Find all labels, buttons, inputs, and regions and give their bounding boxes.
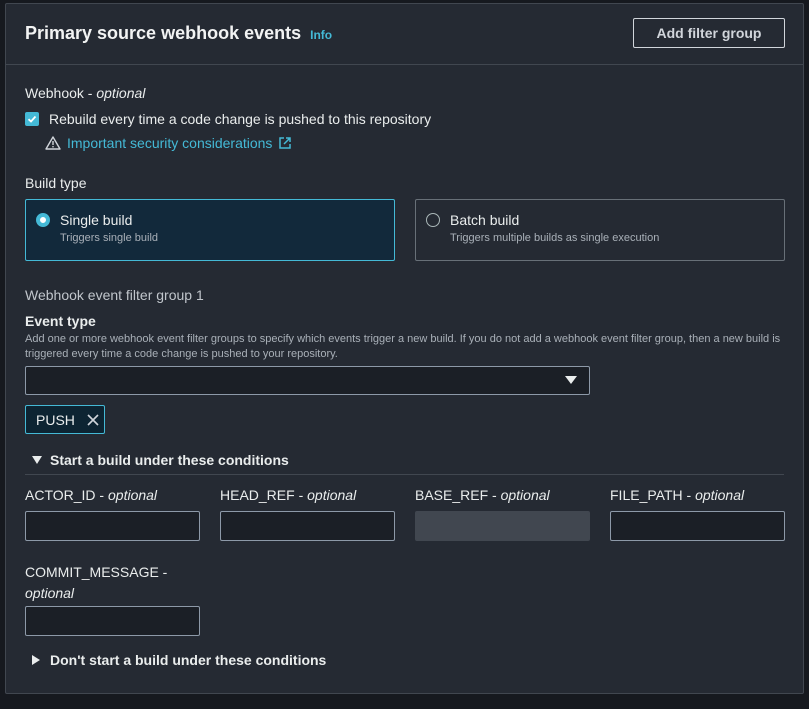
info-link[interactable]: Info [310,28,332,42]
actor-id-name: ACTOR_ID [25,487,96,503]
caret-down-icon [32,455,42,464]
webhook-label: Webhook - optional [25,85,146,101]
caret-right-icon [32,655,40,665]
push-token: PUSH [25,405,105,434]
external-link-icon[interactable] [278,136,292,150]
event-type-label: Event type [25,313,96,329]
batch-build-option[interactable]: Batch build Triggers multiple builds as … [415,199,785,261]
single-build-radio[interactable] [36,213,50,227]
section-divider [25,474,784,475]
event-type-select[interactable] [25,366,590,395]
head-ref-optional: optional [307,487,357,503]
webhook-label-text: Webhook [25,85,84,101]
security-considerations-link[interactable]: Important security considerations [67,135,272,151]
security-considerations-row: Important security considerations [45,135,292,151]
rebuild-checkbox-label[interactable]: Rebuild every time a code change is push… [49,111,431,127]
actor-id-input[interactable] [25,511,200,541]
batch-build-title: Batch build [450,212,520,228]
panel-title: Primary source webhook events Info [25,23,332,44]
dont-start-conditions-label[interactable]: Don't start a build under these conditio… [50,652,326,668]
actor-id-optional: optional [108,487,158,503]
commit-message-input[interactable] [25,606,200,636]
rebuild-checkbox-row[interactable]: Rebuild every time a code change is push… [25,111,431,127]
actor-id-label: ACTOR_ID - optional [25,487,158,503]
event-type-description: Add one or more webhook event filter gro… [25,333,781,360]
push-token-label: PUSH [36,411,75,428]
head-ref-name: HEAD_REF [220,487,295,503]
panel-title-text: Primary source webhook events [25,23,302,43]
base-ref-label: BASE_REF - optional [415,487,550,503]
filter-group-title: Webhook event filter group 1 [25,287,204,303]
single-build-description: Triggers single build [60,232,159,244]
dismiss-icon[interactable] [87,413,99,426]
caret-down-icon[interactable] [565,376,577,385]
commit-message-name: COMMIT_MESSAGE - [25,564,168,580]
batch-build-description: Triggers multiple builds as single execu… [450,232,660,244]
file-path-optional: optional [695,487,745,503]
webhook-optional-text: optional [96,85,146,101]
single-build-option[interactable]: Single build Triggers single build [25,199,395,261]
build-type-label: Build type [25,175,87,191]
base-ref-input [415,511,590,541]
file-path-name: FILE_PATH [610,487,683,503]
head-ref-input[interactable] [220,511,395,541]
rebuild-checkbox[interactable] [25,112,39,126]
base-ref-optional: optional [500,487,550,503]
file-path-input[interactable] [610,511,785,541]
base-ref-name: BASE_REF [415,487,489,503]
dont-start-conditions-toggle[interactable]: Don't start a build under these conditio… [32,652,326,668]
webhook-events-panel: Primary source webhook events Info Add f… [5,3,804,694]
checkmark-icon [27,115,37,123]
commit-message-optional: optional [25,585,75,601]
file-path-label: FILE_PATH - optional [610,487,745,503]
panel-header: Primary source webhook events Info Add f… [6,4,803,65]
batch-build-radio[interactable] [426,213,440,227]
single-build-title: Single build [60,212,133,228]
commit-message-label: COMMIT_MESSAGE - optional [25,562,167,604]
start-conditions-toggle[interactable]: Start a build under these conditions [32,452,289,468]
add-filter-group-button[interactable]: Add filter group [633,18,785,48]
start-conditions-label[interactable]: Start a build under these conditions [50,452,289,468]
warning-icon [45,136,61,150]
head-ref-label: HEAD_REF - optional [220,487,357,503]
